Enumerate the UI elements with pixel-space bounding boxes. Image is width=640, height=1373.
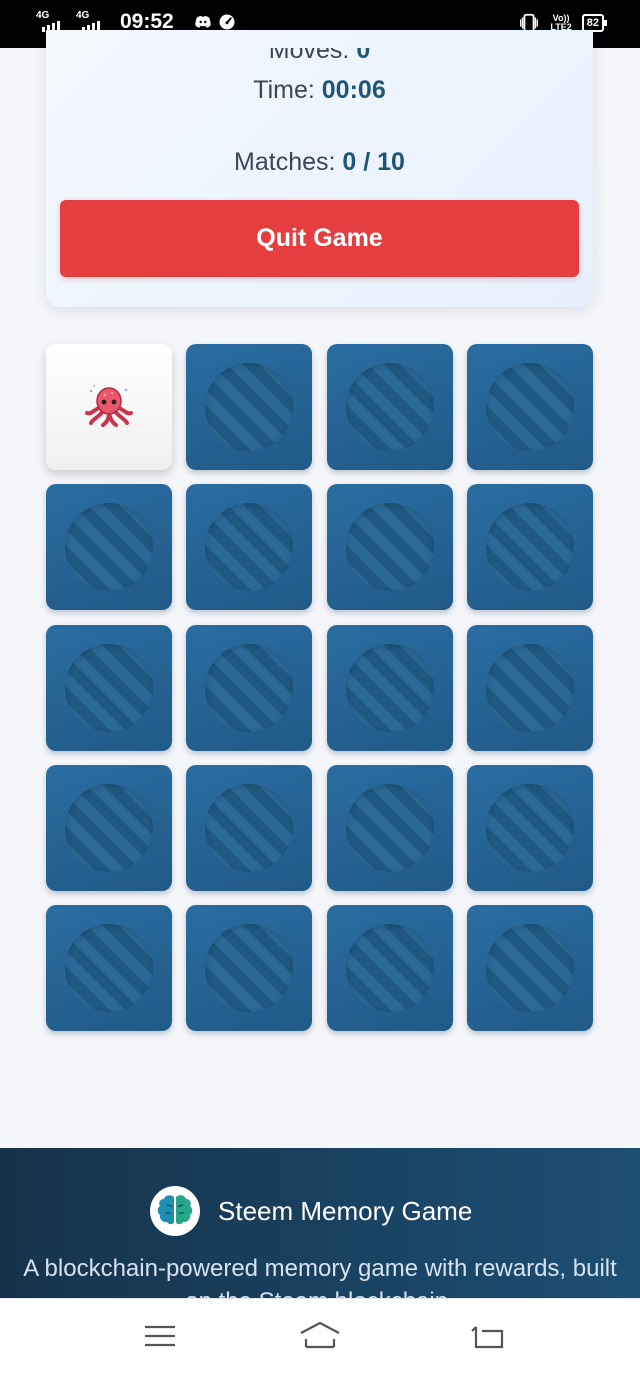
octopus-icon xyxy=(85,385,133,427)
menu-icon[interactable] xyxy=(140,1319,180,1353)
game-stats-panel: Moves: 0 Time: 00:06 Matches: 0 / 10 Qui… xyxy=(46,30,593,307)
memory-card[interactable] xyxy=(466,344,593,470)
card-back-pattern xyxy=(345,924,434,1013)
card-back-pattern xyxy=(485,783,574,872)
memory-card[interactable] xyxy=(186,344,313,470)
card-back-pattern xyxy=(345,643,434,732)
quit-game-button[interactable]: Quit Game xyxy=(60,200,579,277)
card-back-pattern xyxy=(345,783,434,872)
memory-card[interactable] xyxy=(186,484,313,611)
memory-card[interactable] xyxy=(326,484,453,611)
memory-card[interactable] xyxy=(466,905,593,1032)
moves-counter: Moves: 0 xyxy=(46,36,593,65)
memory-card-revealed[interactable] xyxy=(46,344,172,470)
card-back-pattern xyxy=(485,363,574,451)
memory-card[interactable] xyxy=(46,484,172,611)
memory-card[interactable] xyxy=(326,624,453,751)
card-back-pattern xyxy=(485,924,574,1013)
footer: Steem Memory Game A blockchain-powered m… xyxy=(0,1148,640,1315)
memory-card[interactable] xyxy=(466,764,593,891)
card-back-pattern xyxy=(65,924,153,1013)
timer: Time: 00:06 xyxy=(46,76,593,105)
memory-card[interactable] xyxy=(186,624,313,751)
memory-card[interactable] xyxy=(466,484,593,611)
memory-card[interactable] xyxy=(466,624,593,751)
brain-icon xyxy=(150,1186,200,1236)
card-back-pattern xyxy=(205,643,294,732)
card-back-pattern xyxy=(65,643,153,732)
back-icon[interactable] xyxy=(468,1319,508,1353)
card-back-pattern xyxy=(65,783,153,872)
moves-label: Moves: xyxy=(268,36,357,64)
memory-card[interactable] xyxy=(326,905,453,1032)
memory-card[interactable] xyxy=(326,344,453,470)
discord-icon xyxy=(195,16,211,28)
memory-card[interactable] xyxy=(186,905,313,1032)
time-label: Time: xyxy=(253,76,322,104)
matches-value: 0 / 10 xyxy=(342,148,405,176)
memory-card[interactable] xyxy=(46,764,172,891)
network-type-1: 4G xyxy=(36,10,50,21)
system-nav-bar xyxy=(0,1298,640,1373)
card-back-pattern xyxy=(345,363,434,451)
memory-board xyxy=(46,344,593,1032)
memory-card[interactable] xyxy=(186,764,313,891)
memory-card[interactable] xyxy=(326,764,453,891)
memory-card[interactable] xyxy=(46,905,172,1032)
card-back-pattern xyxy=(485,503,574,592)
speedometer-icon xyxy=(219,14,235,30)
time-value: 00:06 xyxy=(321,76,386,104)
card-back-pattern xyxy=(205,363,294,451)
memory-card[interactable] xyxy=(46,624,172,751)
footer-title: Steem Memory Game xyxy=(218,1195,473,1226)
moves-value: 0 xyxy=(356,36,371,64)
card-back-pattern xyxy=(205,924,294,1013)
network-type-2: 4G xyxy=(76,10,90,21)
matches-label: Matches: xyxy=(234,148,343,176)
card-back-pattern xyxy=(345,503,434,592)
card-back-pattern xyxy=(65,503,153,592)
card-back-pattern xyxy=(205,503,294,592)
card-back-pattern xyxy=(205,783,294,872)
home-icon[interactable] xyxy=(298,1319,342,1353)
matches-counter: Matches: 0 / 10 xyxy=(46,148,593,177)
footer-brand: Steem Memory Game xyxy=(150,1186,472,1236)
battery-level: 82 xyxy=(586,17,599,29)
card-back-pattern xyxy=(485,643,574,732)
